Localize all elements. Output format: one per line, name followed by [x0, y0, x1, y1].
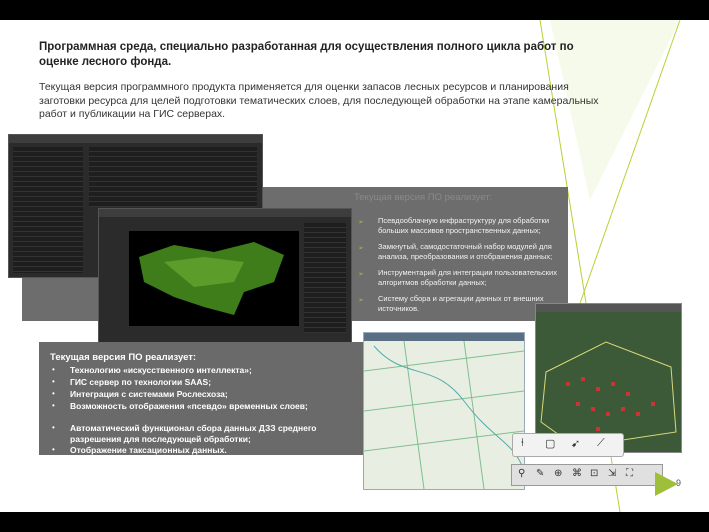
- left-feature-item: Технологию «искусственного интеллекта»;: [70, 365, 252, 375]
- left-feature-item: ГИС сервер по технологии SAAS;: [70, 377, 212, 387]
- intro-paragraph: Текущая версия программного продукта при…: [39, 81, 599, 120]
- right-feature-item: Замкнутый, самодостаточный набор модулей…: [378, 242, 553, 261]
- page-number: 9: [676, 478, 682, 488]
- tool-icon[interactable]: ⌘: [572, 468, 582, 479]
- bullet-icon: •: [52, 365, 55, 374]
- features-panel-right-title: Текущая версия ПО реализует:: [354, 192, 493, 203]
- bullet-icon: •: [52, 389, 55, 398]
- measure-icon[interactable]: ⟋: [597, 437, 605, 450]
- bullet-icon: •: [52, 401, 55, 410]
- slide: Программная среда, специально разработан…: [0, 20, 709, 512]
- arrow-bullet-icon: ➢: [358, 271, 364, 278]
- features-panel-left-title: Текущая версия ПО реализует:: [50, 352, 197, 363]
- arrow-bullet-icon: ➢: [358, 245, 364, 252]
- tool-icon[interactable]: ⚲: [518, 468, 525, 479]
- cursor-icon[interactable]: ➹: [571, 437, 580, 450]
- topographic-map-screenshot: [363, 332, 525, 490]
- left-feature-item: Интеграция с системами Рослесхоза;: [70, 389, 228, 399]
- left-feature-item: Возможность отображения «псевдо» временн…: [70, 401, 308, 411]
- tool-icon[interactable]: ⊡: [590, 468, 598, 479]
- bullet-icon: •: [52, 445, 55, 454]
- pin-icon[interactable]: ⍿: [521, 437, 524, 450]
- bullet-icon: •: [52, 377, 55, 386]
- left-feature-item: Автоматический функционал сбора данных Д…: [70, 423, 317, 444]
- right-feature-item: Псевдооблачную инфраструктуру для обрабо…: [378, 216, 550, 235]
- arrow-bullet-icon: ➢: [358, 219, 364, 226]
- map-toolbar: ⍿ ▢ ➹ ⟋: [512, 433, 624, 457]
- satellite-grid-screenshot: [535, 303, 682, 453]
- tool-icon[interactable]: ⇲: [608, 468, 616, 479]
- arrow-bullet-icon: ➢: [358, 297, 364, 304]
- forest-map-image: [139, 242, 284, 315]
- tool-icon[interactable]: ✎: [536, 468, 544, 479]
- left-feature-item: Отображение таксационных данных.: [70, 445, 227, 455]
- intro-heading: Программная среда, специально разработан…: [39, 41, 574, 68]
- software-screenshot-front: [98, 208, 352, 346]
- bullet-icon: •: [52, 423, 55, 432]
- square-icon[interactable]: ▢: [545, 437, 555, 450]
- tool-icon[interactable]: ⛶: [626, 468, 633, 479]
- right-feature-item: Инструментарий для интеграции пользовате…: [378, 268, 557, 287]
- tool-icon[interactable]: ⊕: [554, 468, 562, 479]
- bottom-toolbar: ⚲ ✎ ⊕ ⌘ ⊡ ⇲ ⛶: [511, 464, 663, 486]
